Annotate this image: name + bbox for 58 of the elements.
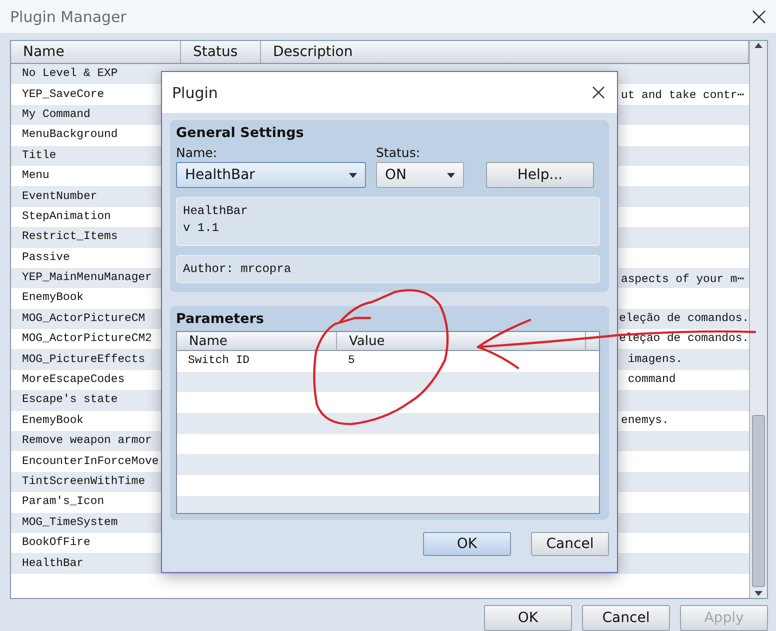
ok-button[interactable]: OK <box>484 605 572 631</box>
table-cell-text: 5 <box>347 354 356 370</box>
column-header[interactable]: Name <box>11 41 181 63</box>
column-header[interactable]: Value <box>337 332 586 350</box>
dropdown-arrow-icon <box>447 172 455 178</box>
table-cell-text: YEP_MainMenuManager <box>21 270 153 286</box>
scroll-up-icon[interactable] <box>754 43 763 48</box>
field-label: Status: <box>376 145 422 160</box>
scrollbar[interactable] <box>749 41 767 598</box>
help-button[interactable]: Help... <box>486 162 594 188</box>
table-cell-text: EventNumber <box>21 190 98 205</box>
table-cell-text: Menu <box>21 169 50 184</box>
author-text: Author: mrcopra <box>183 262 292 276</box>
table-cell-text: My Command <box>21 108 92 123</box>
table-cell-text: HealthBar <box>21 556 85 572</box>
column-header[interactable]: Name <box>177 332 337 350</box>
table-cell-text: TintScreenWithTime <box>21 474 146 490</box>
table-cell-text: ut and take contr⋯ <box>621 88 744 102</box>
field-label: Name: <box>176 145 218 160</box>
table-cell-text: Passive <box>21 250 71 266</box>
table-cell-text: aspects of your m⋯ <box>621 272 744 286</box>
table-cell-text: MOG_PictureEffects <box>21 352 146 368</box>
scroll-down-icon[interactable] <box>754 591 763 596</box>
table-cell-text: EnemyBook <box>21 414 85 429</box>
info-text: HealthBar <box>183 204 249 218</box>
dropdown-arrow-icon <box>349 172 357 178</box>
table-cell-text: Restrict_Items <box>21 230 119 246</box>
cancel-button[interactable]: Cancel <box>582 605 670 631</box>
cancel-button[interactable]: Cancel <box>531 532 609 556</box>
table-cell-text: MOG_ActorPictureCM2 <box>21 332 153 348</box>
table-cell-text: Param's_Icon <box>21 494 106 510</box>
table-cell-text: MoreEscapeCodes <box>21 372 126 388</box>
table-cell-text: MOG_TimeSystem <box>21 516 119 531</box>
table-cell-text: Switch ID <box>187 354 251 370</box>
table-cell-text: EnemyBook <box>21 290 85 306</box>
window-title: Plugin Manager <box>10 8 126 26</box>
table-cell-text: imagens. <box>626 354 683 366</box>
scroll-thumb[interactable] <box>752 415 765 587</box>
close-icon[interactable] <box>752 10 766 24</box>
info-text: v 1.1 <box>183 221 220 235</box>
table-cell: eleção de comandos. <box>619 312 749 325</box>
name-dropdown[interactable]: HealthBar <box>176 162 366 188</box>
table-cell-text: command <box>626 374 676 386</box>
close-icon[interactable] <box>592 86 605 99</box>
column-header[interactable]: Status <box>181 41 261 63</box>
table-cell-text: Remove weapon armor <box>21 434 153 450</box>
group-title: Parameters <box>176 311 265 327</box>
table-cell-text: Escape's state <box>21 392 119 408</box>
group-title: General Settings <box>176 125 305 141</box>
table-cell-text: No Level & EXP <box>21 66 119 82</box>
table-cell-text: BookOfFire <box>21 536 92 552</box>
ok-button[interactable]: OK <box>423 532 511 556</box>
table-cell-text: EncounterInForceMove <box>21 454 160 470</box>
dialog-title: Plugin <box>172 84 218 102</box>
status-dropdown[interactable]: ON <box>376 162 464 188</box>
table-cell-text: StepAnimation <box>21 210 112 225</box>
table-cell: enemys. <box>621 414 669 427</box>
table-cell-text: MOG_ActorPictureCM <box>21 312 146 327</box>
